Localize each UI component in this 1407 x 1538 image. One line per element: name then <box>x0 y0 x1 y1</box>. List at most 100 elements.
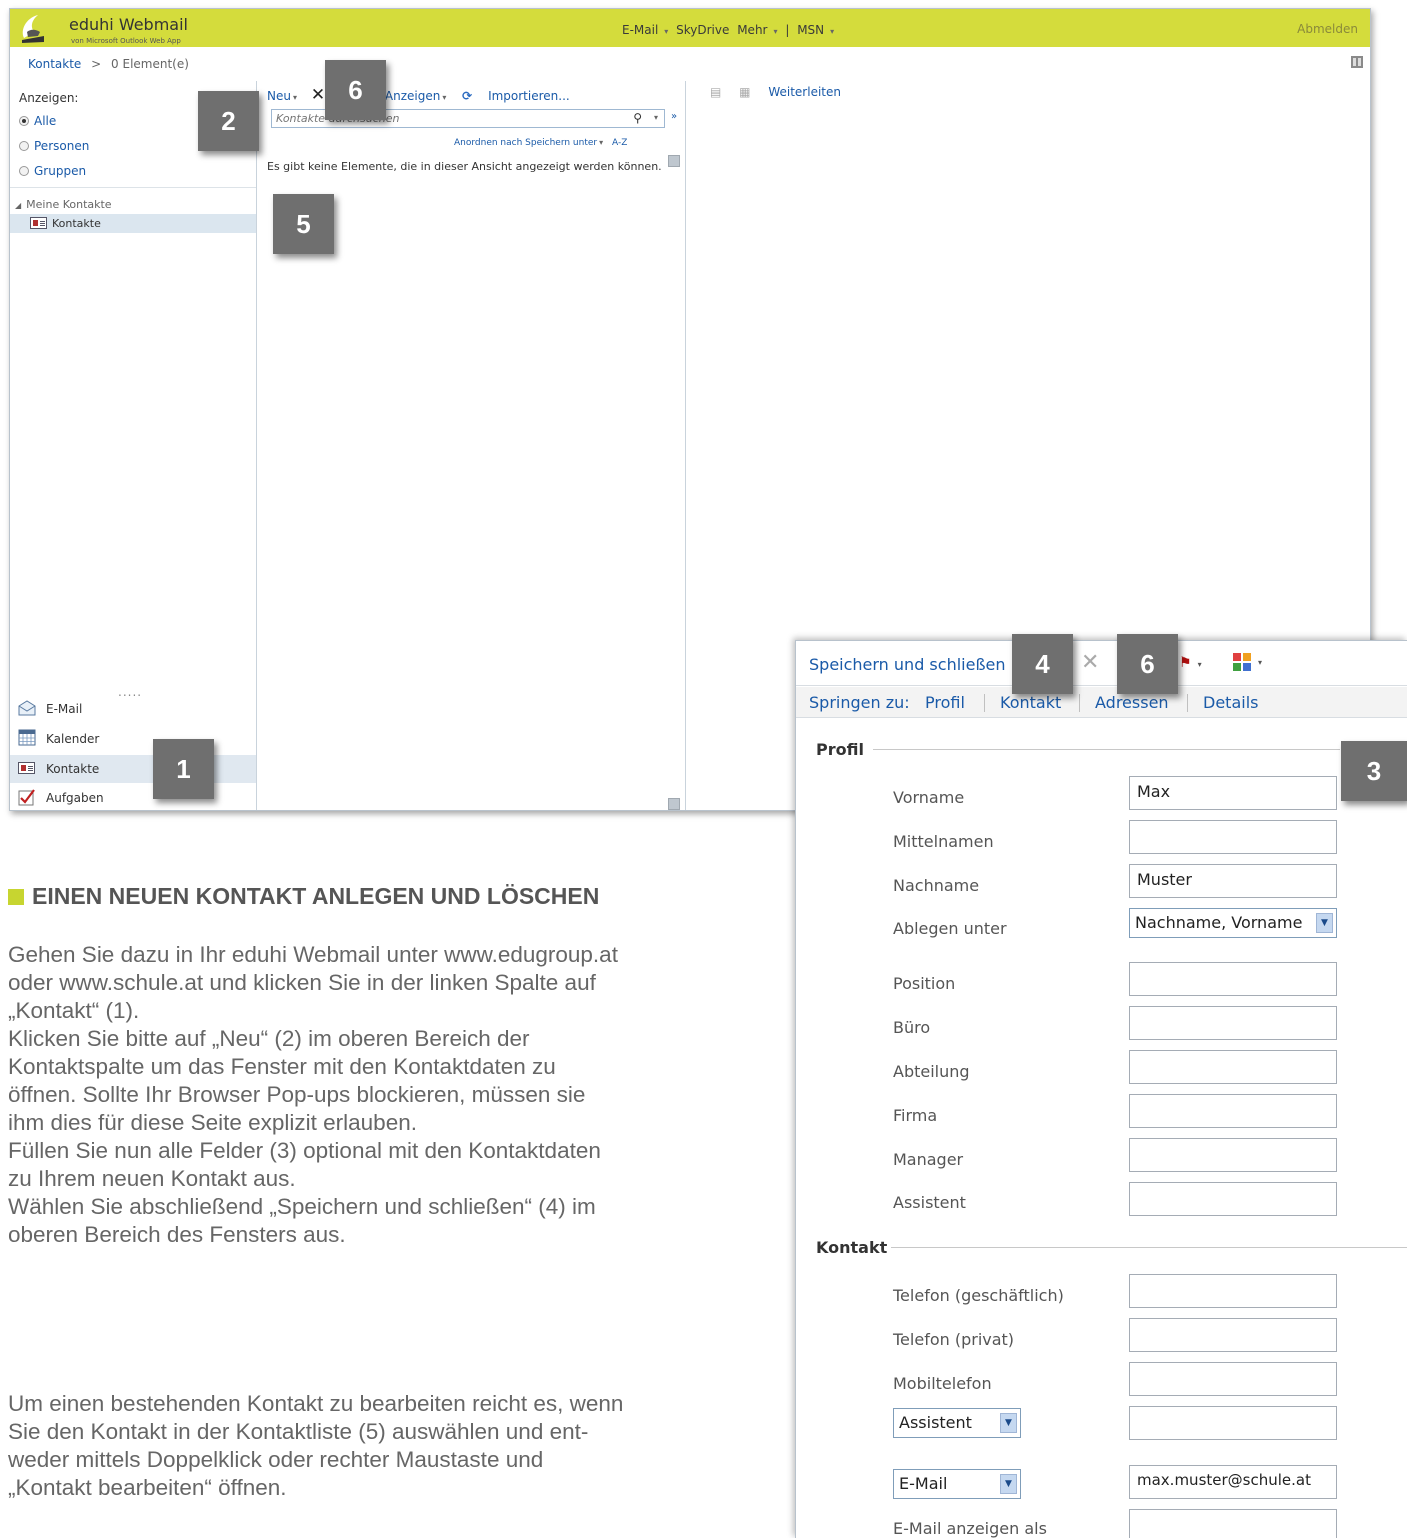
topnav-more[interactable]: Mehr <box>737 23 767 37</box>
new-button-label: Neu <box>267 89 291 103</box>
phone-type-value: Assistent <box>899 1413 972 1432</box>
phone-type-select[interactable]: Assistent ▼ <box>893 1408 1021 1438</box>
divider <box>984 694 985 712</box>
middle-name-label: Mittelnamen <box>893 832 994 851</box>
nav-tasks-label: Aufgaben <box>46 791 104 805</box>
radio-selected-icon <box>19 116 29 126</box>
filter-all-radio[interactable]: Alle <box>19 114 56 128</box>
paragraph-line: weder mittels Doppelklick oder rechter M… <box>8 1447 544 1472</box>
topnav-email[interactable]: E-Mail <box>622 23 658 37</box>
jump-link-profile[interactable]: Profil <box>925 693 965 712</box>
department-label: Abteilung <box>893 1062 970 1081</box>
address-book-icon[interactable] <box>1350 55 1364 69</box>
contact-list-pane: Neu▾ ✕ Anzeigen▾ ⟳ Importieren... ⚲ ▾ » … <box>258 81 686 810</box>
company-field[interactable] <box>1129 1094 1337 1128</box>
divider <box>873 749 1340 750</box>
jump-link-addresses[interactable]: Adressen <box>1095 693 1169 712</box>
view-button[interactable]: Anzeigen ▾ <box>385 89 452 103</box>
assistant-label: Assistent <box>893 1193 966 1212</box>
chevron-down-icon: ▼ <box>1000 1474 1017 1494</box>
assistant-field[interactable] <box>1129 1182 1337 1216</box>
sort-order[interactable]: A-Z <box>612 138 627 148</box>
topnav-skydrive[interactable]: SkyDrive <box>676 23 729 37</box>
top-navigation: E-Mail ▾ SkyDrive Mehr ▾ | MSN ▾ <box>622 23 838 37</box>
office-field[interactable] <box>1129 1006 1337 1040</box>
section-contact-heading: Kontakt <box>816 1238 888 1257</box>
contact-form-window: Speichern und schließen ✕ ⚑ ▾ ▾ Springen … <box>795 640 1407 1538</box>
scroll-down-button[interactable] <box>668 798 680 810</box>
scroll-up-button[interactable] <box>668 155 680 167</box>
email-display-field[interactable] <box>1129 1509 1337 1538</box>
contact-card-icon <box>18 762 35 774</box>
phone-extra-field[interactable] <box>1129 1406 1337 1440</box>
save-and-close-button[interactable]: Speichern und schließen <box>809 655 1006 674</box>
categories-icon[interactable] <box>1233 653 1251 671</box>
chevron-down-icon[interactable]: ▾ <box>1258 658 1262 667</box>
logout-link[interactable]: Abmelden <box>1297 22 1358 36</box>
breadcrumb-folder[interactable]: Kontakte <box>28 57 81 71</box>
nav-tasks[interactable]: Aufgaben <box>10 784 256 810</box>
triangle-down-icon: ◢ <box>15 201 22 210</box>
jump-to-label: Springen zu: <box>809 693 910 712</box>
nav-email[interactable]: E-Mail <box>10 695 256 723</box>
radio-icon <box>19 141 29 151</box>
email-type-select[interactable]: E-Mail ▼ <box>893 1469 1021 1499</box>
mobile-field[interactable] <box>1129 1362 1337 1396</box>
section-heading-text: EINEN NEUEN KONTAKT ANLEGEN UND LÖSCHEN <box>32 883 600 909</box>
company-label: Firma <box>893 1106 938 1125</box>
topnav-msn[interactable]: MSN <box>797 23 824 37</box>
last-name-field[interactable]: Muster <box>1129 864 1337 898</box>
filter-groups-label: Gruppen <box>34 164 87 178</box>
first-name-label: Vorname <box>893 788 965 807</box>
import-button[interactable]: Importieren... <box>488 89 570 103</box>
department-field[interactable] <box>1129 1050 1337 1084</box>
last-name-label: Nachname <box>893 876 980 895</box>
nav-calendar[interactable]: Kalender <box>10 725 256 753</box>
arrange-by[interactable]: Anordnen nach Speichern unter ▾ A-Z <box>454 138 627 148</box>
new-button[interactable]: Neu ▾ <box>267 89 303 103</box>
folder-item-label: Kontakte <box>52 217 101 230</box>
expand-search-icon[interactable]: » <box>671 111 677 122</box>
folder-item-contacts[interactable]: Kontakte <box>10 214 256 233</box>
top-bar: eduhi Webmail von Microsoft Outlook Web … <box>10 9 1370 47</box>
print-icon[interactable]: ▤ <box>710 85 721 99</box>
instructions-paragraph-2: Um einen bestehenden Kontakt zu bearbeit… <box>8 1390 686 1502</box>
chevron-down-icon[interactable]: ▾ <box>654 113 658 122</box>
forward-button[interactable]: Weiterleiten <box>768 85 841 99</box>
show-label: Anzeigen: <box>19 91 79 105</box>
filter-persons-radio[interactable]: Personen <box>19 139 89 153</box>
callout-badge-3: 3 <box>1341 741 1407 801</box>
divider <box>891 1247 1407 1248</box>
paragraph-line: „Kontakt“ (1). <box>8 998 140 1023</box>
breadcrumb: Kontakte > 0 Element(e) <box>28 57 189 71</box>
paragraph-line: Wählen Sie abschließend „Speichern und s… <box>8 1194 596 1219</box>
position-field[interactable] <box>1129 962 1337 996</box>
nav-contacts[interactable]: Kontakte <box>10 755 256 783</box>
filter-groups-radio[interactable]: Gruppen <box>19 164 86 178</box>
refresh-icon[interactable]: ⟳ <box>462 89 472 103</box>
divider <box>1079 694 1080 712</box>
flag-icon[interactable]: ⚑ ▾ <box>1179 655 1202 671</box>
search-icon[interactable]: ⚲ <box>633 111 642 125</box>
callout-badge-6: 6 <box>1117 634 1178 694</box>
paragraph-line: öffnen. Sollte Ihr Browser Pop-ups block… <box>8 1082 586 1107</box>
phone-private-field[interactable] <box>1129 1318 1337 1352</box>
first-name-field[interactable]: Max <box>1129 776 1337 810</box>
delete-icon[interactable]: ✕ <box>1081 650 1099 675</box>
jump-link-details[interactable]: Details <box>1203 693 1258 712</box>
grid-icon[interactable]: ▦ <box>739 85 750 99</box>
my-contacts-header[interactable]: ◢ Meine Kontakte <box>15 198 112 211</box>
filter-persons-label: Personen <box>34 139 90 153</box>
middle-name-field[interactable] <box>1129 820 1337 854</box>
app-subtitle: von Microsoft Outlook Web App <box>71 37 181 45</box>
phone-business-field[interactable] <box>1129 1274 1337 1308</box>
mobile-label: Mobiltelefon <box>893 1374 992 1393</box>
chevron-down-icon: ▾ <box>830 27 835 36</box>
jump-link-contact[interactable]: Kontakt <box>1000 693 1061 712</box>
email-field[interactable]: max.muster@schule.at <box>1129 1465 1337 1499</box>
manager-field[interactable] <box>1129 1138 1337 1172</box>
delete-icon[interactable]: ✕ <box>311 85 325 105</box>
file-as-select[interactable]: Nachname, Vorname ▼ <box>1129 908 1337 938</box>
search-input[interactable] <box>272 110 612 127</box>
chevron-down-icon: ▾ <box>773 27 778 36</box>
